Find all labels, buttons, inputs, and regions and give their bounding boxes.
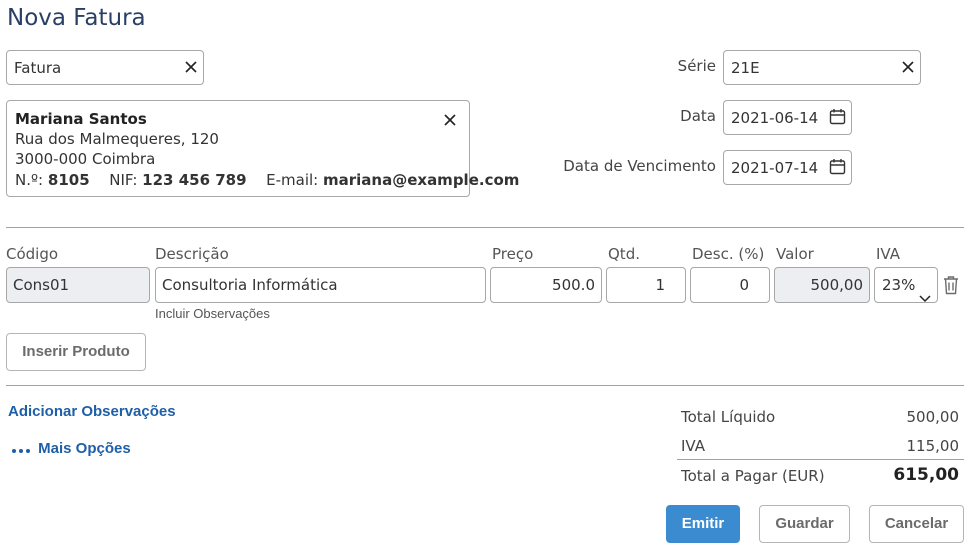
client-card[interactable]: Mariana Santos Rua dos Malmequeres, 120 …	[6, 100, 519, 197]
clear-serie-icon[interactable]	[901, 60, 915, 74]
net-total-value: 500,00	[906, 408, 960, 426]
col-value-header: Valor	[776, 245, 814, 263]
col-code-header: Código	[6, 245, 59, 263]
grand-total-label: Total a Pagar (EUR)	[681, 467, 825, 485]
clear-doc-type-icon[interactable]	[184, 60, 198, 74]
date-label: Data	[680, 107, 716, 125]
net-total-label: Total Líquido	[681, 408, 776, 426]
due-date-label: Data de Vencimento	[563, 157, 716, 175]
cancel-button[interactable]: Cancelar	[869, 505, 964, 543]
date-value: 2021-06-14	[731, 109, 819, 127]
vat-total-value: 115,00	[906, 437, 960, 455]
client-ids: N.º: 8105 NIF: 123 456 789 E-mail: maria…	[15, 171, 519, 189]
due-date-field[interactable]: 2021-07-14	[723, 150, 852, 185]
col-price-header: Preço	[492, 245, 534, 263]
insert-product-button[interactable]: Inserir Produto	[6, 333, 146, 371]
product-vat-select[interactable]: 23%	[874, 267, 938, 303]
col-description-header: Descrição	[155, 245, 229, 263]
vat-total-label: IVA	[681, 437, 705, 455]
product-vat-value: 23%	[882, 276, 916, 294]
chevron-down-icon	[919, 281, 931, 303]
client-postal: 3000-000 Coimbra	[15, 150, 156, 168]
product-qty-field[interactable]: 1	[606, 267, 686, 303]
page-title: Nova Fatura	[7, 5, 146, 31]
col-qty-header: Qtd.	[608, 245, 640, 263]
product-description-field[interactable]: Consultoria Informática	[155, 267, 486, 303]
product-price-field[interactable]: 500.0	[490, 267, 602, 303]
serie-label: Série	[677, 57, 716, 75]
include-notes-link[interactable]: Incluir Observações	[155, 306, 270, 321]
serie-field[interactable]: 21E	[723, 50, 921, 85]
more-options-label: Mais Opções	[38, 440, 131, 457]
more-dots-icon	[11, 441, 31, 458]
product-value-field: 500,00	[774, 267, 870, 303]
save-button[interactable]: Guardar	[759, 505, 850, 543]
divider	[6, 227, 964, 228]
doc-type-value: Fatura	[14, 59, 62, 77]
product-discount-field[interactable]: 0	[690, 267, 770, 303]
client-nif-label: NIF:	[109, 171, 138, 189]
calendar-icon[interactable]	[829, 108, 846, 125]
client-name: Mariana Santos	[15, 110, 147, 128]
col-discount-header: Desc. (%)	[692, 245, 765, 263]
client-email-label: E-mail:	[266, 171, 319, 189]
emit-button[interactable]: Emitir	[666, 505, 740, 543]
trash-icon[interactable]	[942, 275, 960, 295]
client-address: Rua dos Malmequeres, 120	[15, 130, 219, 148]
serie-value: 21E	[731, 59, 760, 77]
clear-client-icon[interactable]	[443, 113, 457, 127]
add-notes-link[interactable]: Adicionar Observações	[8, 403, 176, 420]
col-vat-header: IVA	[876, 245, 900, 263]
due-date-value: 2021-07-14	[731, 159, 819, 177]
doc-type-field[interactable]: Fatura	[6, 50, 204, 85]
product-code-field[interactable]: Cons01	[6, 267, 150, 303]
grand-total-value: 615,00	[893, 465, 959, 485]
client-email: mariana@example.com	[323, 171, 520, 189]
client-nif: 123 456 789	[142, 171, 247, 189]
divider	[6, 385, 964, 386]
client-number: 8105	[47, 171, 90, 189]
client-number-label: N.º:	[15, 171, 44, 189]
date-field[interactable]: 2021-06-14	[723, 100, 852, 135]
calendar-icon[interactable]	[829, 158, 846, 175]
totals-divider	[677, 459, 964, 460]
more-options-link[interactable]: Mais Opções	[11, 440, 131, 458]
